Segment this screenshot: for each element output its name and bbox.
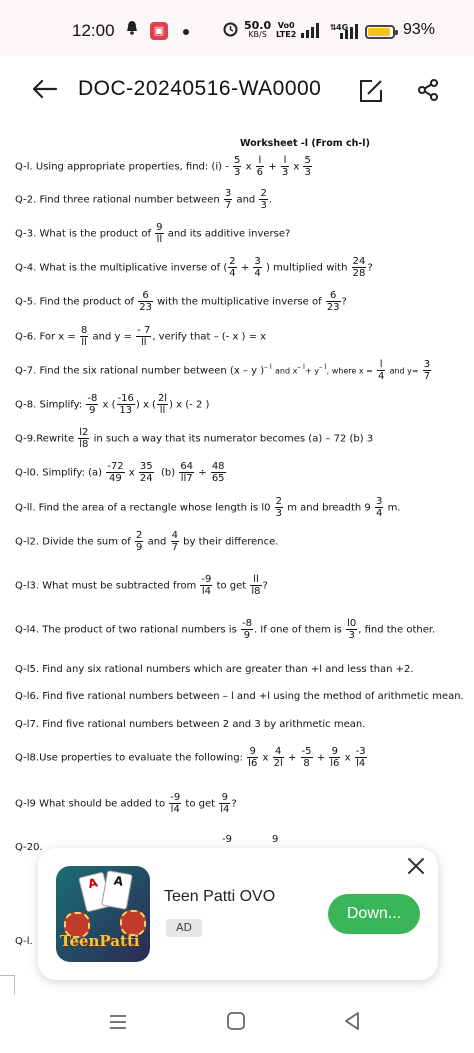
question-16: Q-l6. Find five rational numbers between… (15, 691, 464, 702)
question-10: Q-l0. Simplify: (a) -72 49 x 35 24 (b) 64 l… (15, 461, 226, 484)
edit-icon[interactable] (358, 78, 384, 108)
recent-apps-icon[interactable] (108, 1012, 128, 1036)
left-edge-marker (0, 975, 15, 994)
question-12: Q-l2. Divide the sum of 29 and 47 by the… (15, 530, 279, 553)
question-13: Q-l3. What must be subtracted from -9 l4 … (15, 574, 268, 597)
back-arrow-icon[interactable] (30, 78, 58, 104)
question-15: Q-l5. Find any six rational numbers whic… (15, 664, 414, 675)
alarm-icon (222, 20, 239, 41)
question-8: Q-8. Simplify: -8 9 x (-16 13) x (2l ll) x … (15, 393, 210, 416)
status-time: 12:00 (72, 21, 115, 40)
battery-icon (365, 25, 398, 39)
question-9: Q-9.Rewrite l2 l8 in such a way that its … (15, 427, 374, 450)
volte-indicator: Vo0 LTE2 (276, 21, 297, 39)
question-6: Q-6. For x = 8 ll and y = - 7 ll, verify t… (15, 325, 267, 348)
question-1: Q-l. Using appropriate properties, find:… (15, 155, 312, 178)
worksheet-heading: Worksheet -l (From ch-l) (240, 138, 370, 149)
battery-percent: 93% (403, 21, 436, 38)
ad-title[interactable]: Teen Patti OVO (164, 888, 275, 906)
status-bar: 12:00 ▣ 50.0 KB/S Vo0 LTE2 ⇅ 4G 93% (0, 0, 474, 56)
question-17: Q-l7. Find five rational numbers between… (15, 719, 366, 730)
share-icon[interactable] (416, 78, 440, 106)
question-11: Q-ll. Find the area of a rectangle whose… (15, 496, 401, 519)
system-navigation-bar (0, 994, 474, 1053)
close-icon[interactable] (406, 856, 426, 880)
question-21: Q-l. (15, 936, 33, 947)
more-notifications-dot (183, 29, 189, 35)
ad-banner[interactable]: A A TeenPatti Teen Patti OVO AD Down... (38, 848, 438, 980)
document-title: DOC-20240516-WA0000 (78, 77, 322, 100)
back-nav-icon[interactable] (342, 1011, 362, 1035)
ad-label-badge: AD (166, 919, 202, 937)
question-14: Q-l4. The product of two rational number… (15, 618, 436, 641)
question-20-fraction-b: 9 (272, 834, 279, 845)
question-19: Q-l9 What should be added to -9 l4 to get… (15, 792, 237, 815)
network-speed: 50.0 KB/S (244, 19, 272, 39)
teen-patti-logo[interactable]: A A TeenPatti (56, 866, 150, 962)
question-3: Q-3. What is the product of 9 ll and its … (15, 222, 291, 245)
logo-text: TeenPatti (60, 932, 140, 950)
battery-fill (368, 28, 390, 36)
question-4: Q-4. What is the multiplicative inverse … (15, 256, 373, 279)
question-20: Q-20. (15, 842, 43, 853)
question-18: Q-l8.Use properties to evaluate the foll… (15, 746, 367, 769)
notification-bell-icon (124, 20, 140, 40)
question-2: Q-2. Find three rational number between … (15, 188, 273, 211)
question-20-fraction-a: -9 (222, 834, 232, 845)
download-button[interactable]: Down... (328, 894, 420, 934)
card-ace-2: A (101, 870, 133, 910)
question-5: Q-5. Find the product of 6 23 with the mu… (15, 290, 347, 313)
home-icon[interactable] (226, 1011, 246, 1035)
question-7: Q-7. Find the six rational number betwee… (15, 359, 432, 382)
signal-4g-icon: ⇅ 4G (330, 22, 360, 44)
signal-strength-icon (300, 22, 322, 42)
app-notification-icon: ▣ (150, 22, 168, 40)
